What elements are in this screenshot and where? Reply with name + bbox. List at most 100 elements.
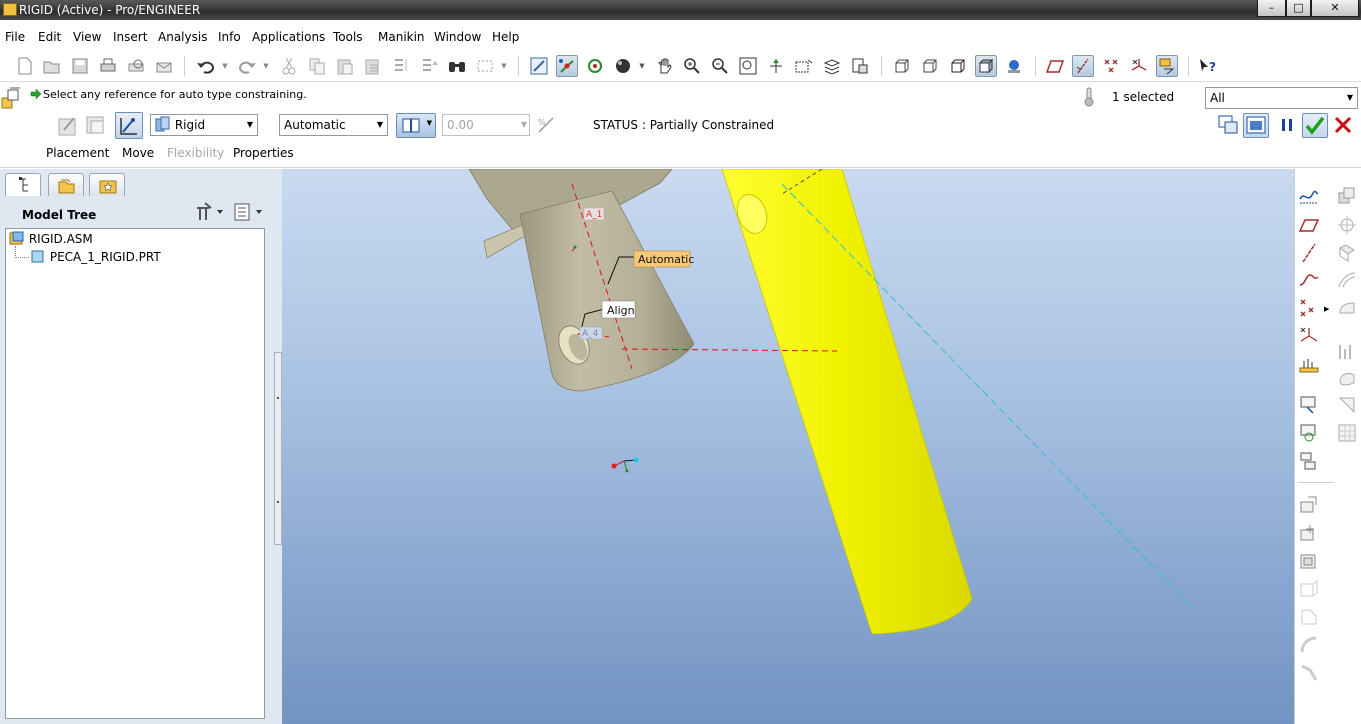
menu-applications[interactable]: Applications (252, 30, 325, 44)
tab-flexibility[interactable]: Flexibility (167, 146, 224, 160)
merge-icon[interactable] (1298, 422, 1320, 444)
pan-icon[interactable] (654, 55, 676, 77)
csys-icon[interactable] (1128, 55, 1150, 77)
shrinkwrap-icon[interactable] (1298, 494, 1320, 516)
close-button[interactable]: ✕ (1311, 0, 1359, 17)
redo-dropdown-icon[interactable]: ▼ (260, 55, 272, 77)
datum-axis-icon[interactable] (1298, 242, 1320, 264)
edit-definition-icon[interactable] (1298, 394, 1320, 416)
sketch-icon[interactable] (1298, 185, 1320, 207)
skeleton-icon[interactable] (1298, 522, 1320, 544)
cut-out-icon[interactable] (1298, 450, 1320, 472)
assembly-window-icon[interactable] (1243, 113, 1269, 138)
selection-filter-dropdown[interactable]: All ▼ (1205, 87, 1358, 109)
email-icon[interactable] (153, 55, 175, 77)
favorites-tab[interactable] (89, 173, 125, 196)
menu-view[interactable]: View (73, 30, 101, 44)
orient-mode-icon[interactable] (584, 55, 606, 77)
datum-planes-icon[interactable] (1044, 55, 1066, 77)
find-icon[interactable] (446, 55, 468, 77)
open-icon[interactable] (41, 55, 63, 77)
datum-point-icon[interactable] (1298, 297, 1320, 319)
paste-icon[interactable] (334, 55, 356, 77)
select-box-icon[interactable] (474, 55, 496, 77)
separate-window-preview-icon[interactable] (1217, 114, 1239, 136)
menu-tools[interactable]: Tools (333, 30, 363, 44)
component-package-icon[interactable] (1336, 242, 1358, 264)
tree-settings-icon[interactable] (194, 201, 224, 223)
cancel-icon[interactable] (1332, 114, 1354, 136)
constraint-type-dropdown[interactable]: Automatic ▼ (279, 114, 388, 136)
save-icon[interactable] (69, 55, 91, 77)
component-place-icon[interactable] (1336, 185, 1358, 207)
new-icon[interactable] (14, 55, 36, 77)
datum-points-icon[interactable] (1100, 55, 1122, 77)
menu-analysis[interactable]: Analysis (158, 30, 207, 44)
undo-icon[interactable] (195, 55, 217, 77)
menu-edit[interactable]: Edit (38, 30, 61, 44)
repeat-icon[interactable] (1336, 341, 1358, 363)
repaint-icon[interactable] (528, 55, 550, 77)
regenerate-icon[interactable] (390, 55, 412, 77)
datum-axes-icon[interactable] (1072, 55, 1094, 77)
blend-icon[interactable] (1298, 662, 1320, 684)
menu-manikin[interactable]: Manikin (378, 30, 425, 44)
pattern-icon[interactable] (1336, 422, 1358, 444)
shading-icon[interactable] (612, 55, 634, 77)
layers-icon[interactable] (821, 55, 843, 77)
copy-icon[interactable] (306, 55, 328, 77)
shaded-icon[interactable] (975, 55, 997, 77)
wireframe-icon[interactable] (891, 55, 913, 77)
enhanced-realism-icon[interactable] (1003, 55, 1025, 77)
analysis-icon[interactable] (1298, 354, 1320, 376)
redo-icon[interactable] (236, 55, 258, 77)
revolve-icon[interactable] (1298, 606, 1320, 628)
refit-icon[interactable] (737, 55, 759, 77)
saved-views-icon[interactable] (793, 55, 815, 77)
flip-icon[interactable]: % (537, 116, 555, 134)
offset-value-input[interactable]: 0.00 ▼ (442, 114, 530, 136)
cut-icon[interactable] (278, 55, 300, 77)
paste-special-icon[interactable] (362, 55, 384, 77)
zoom-out-icon[interactable] (709, 55, 731, 77)
mirror-component-icon[interactable] (1336, 367, 1358, 389)
minimize-button[interactable]: – (1257, 0, 1286, 17)
chevron-right-icon[interactable]: ▶ (1324, 305, 1329, 313)
tree-item-part[interactable]: PECA_1_RIGID.PRT (30, 249, 161, 264)
offset-type-button[interactable]: ▼ (396, 113, 436, 138)
datum-curve-icon[interactable] (1298, 269, 1320, 291)
folder-browser-tab[interactable] (48, 173, 84, 196)
print-preview-icon[interactable] (125, 55, 147, 77)
component-create-icon[interactable] (1336, 214, 1358, 236)
sweep-icon[interactable] (1298, 634, 1320, 656)
zoom-in-icon[interactable] (681, 55, 703, 77)
user-defined-set-icon[interactable] (115, 112, 143, 139)
csys-tool-icon[interactable] (1298, 325, 1320, 347)
tab-properties[interactable]: Properties (233, 146, 294, 160)
spin-center-icon[interactable] (556, 55, 578, 77)
maximize-button[interactable]: □ (1286, 0, 1311, 17)
accept-icon[interactable] (1302, 113, 1328, 138)
tab-placement[interactable]: Placement (46, 146, 109, 160)
menu-insert[interactable]: Insert (113, 30, 147, 44)
show-menu-icon[interactable] (233, 201, 265, 223)
undo-dropdown-icon[interactable]: ▼ (219, 55, 231, 77)
regenerate-manager-icon[interactable] (418, 55, 440, 77)
view-manager-icon[interactable] (849, 55, 871, 77)
shading-dropdown-icon[interactable]: ▼ (636, 55, 648, 77)
connection-type-dropdown[interactable]: Rigid ▼ (150, 114, 258, 136)
model-tree-tab[interactable] (5, 173, 41, 196)
separate-window-icon[interactable] (84, 114, 108, 138)
menu-file[interactable]: File (5, 30, 25, 44)
annotations-icon[interactable] (1156, 55, 1178, 77)
menu-window[interactable]: Window (434, 30, 481, 44)
context-help-icon[interactable]: ? (1198, 55, 1220, 77)
reorient-icon[interactable] (765, 55, 787, 77)
graphics-window[interactable]: A_1 A_4 Automatic Align (282, 169, 1294, 724)
select-dropdown-icon[interactable]: ▼ (498, 55, 510, 77)
hole-icon[interactable] (1298, 550, 1320, 572)
no-hidden-icon[interactable] (947, 55, 969, 77)
hidden-line-icon[interactable] (919, 55, 941, 77)
tab-move[interactable]: Move (122, 146, 154, 160)
show-component-icon[interactable] (56, 114, 80, 138)
